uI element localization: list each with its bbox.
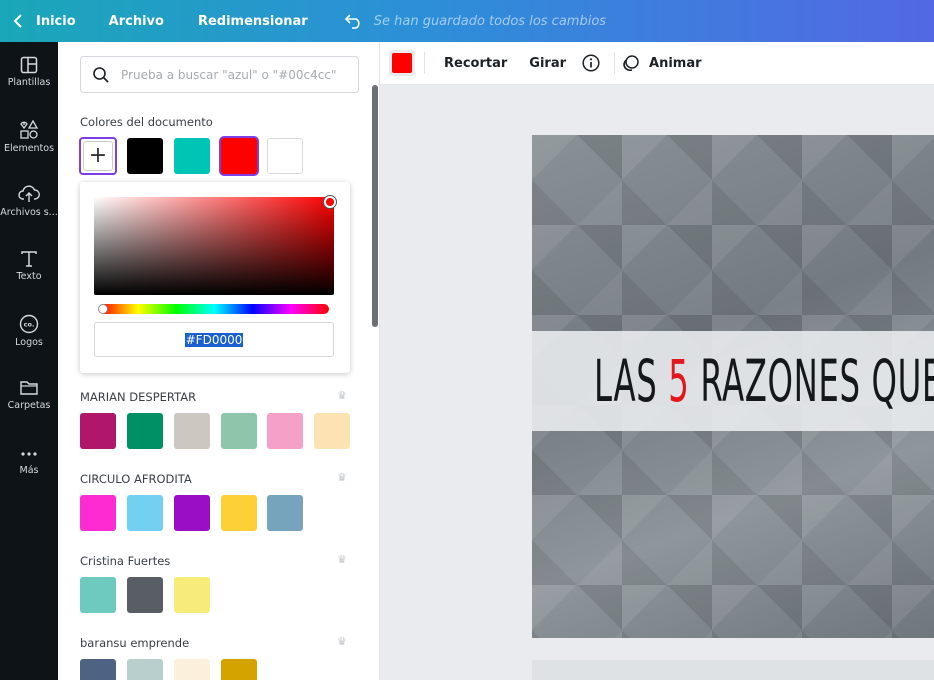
animate-icon — [621, 54, 641, 72]
upload-cloud-icon — [18, 185, 40, 202]
rail-label: Plantillas — [7, 77, 51, 88]
rail-label: Logos — [15, 337, 43, 348]
rail-item-uploads[interactable]: Archivos s... — [0, 184, 58, 240]
palette-swatch[interactable] — [314, 413, 350, 449]
more-icon — [21, 452, 37, 456]
rail-item-text[interactable]: Texto — [0, 250, 58, 306]
palette-swatch[interactable] — [221, 413, 257, 449]
headline-part: RAZONES QUE TE H — [700, 347, 934, 415]
rail-item-folders[interactable]: Carpetas — [0, 379, 58, 435]
rail-label: Más — [19, 465, 39, 476]
palette-swatch[interactable] — [174, 659, 210, 680]
save-status: Se han guardado todos los cambios — [373, 13, 607, 29]
headline-part: LAS — [594, 347, 669, 415]
document-swatch-red[interactable] — [221, 138, 257, 174]
rail-label: Carpetas — [7, 400, 51, 411]
crown-icon: ♛ — [337, 635, 347, 648]
palette-swatch[interactable] — [221, 659, 257, 680]
palette-swatch[interactable] — [80, 577, 116, 613]
palette-title: CIRCULO AFRODITA — [80, 472, 192, 486]
palette-swatch[interactable] — [267, 413, 303, 449]
rail-item-elements[interactable]: Elementos — [0, 120, 58, 176]
headline-number: 5 — [668, 347, 690, 415]
animate-button[interactable]: Animar — [649, 56, 702, 71]
document-swatch-teal[interactable] — [174, 138, 210, 174]
palette-swatch[interactable] — [80, 413, 116, 449]
palette-swatch[interactable] — [267, 495, 303, 531]
palette-swatch[interactable] — [80, 659, 116, 680]
editor-toolbar: Recortar Girar Animar — [380, 42, 934, 85]
panel-scrollbar[interactable] — [372, 85, 378, 327]
home-link[interactable]: Inicio — [36, 14, 76, 29]
palette-title: baransu emprende — [80, 636, 190, 650]
top-bar: Inicio Archivo Redimensionar Se han guar… — [0, 0, 934, 42]
current-color-chip — [392, 53, 412, 73]
color-picker-popup: #FD0000 — [80, 182, 350, 373]
rail-item-templates[interactable]: Plantillas — [0, 56, 58, 112]
color-search-input[interactable] — [121, 67, 351, 82]
rail-label: Archivos s... — [0, 207, 58, 218]
color-search-box[interactable] — [80, 56, 359, 93]
hue-slider[interactable] — [100, 304, 329, 314]
document-colors-title: Colores del documento — [80, 115, 213, 129]
saturation-handle[interactable] — [324, 196, 336, 208]
palette-swatch[interactable] — [127, 659, 163, 680]
palette-swatch[interactable] — [127, 413, 163, 449]
toolbar-divider — [424, 52, 425, 74]
design-page[interactable]: LAS 5 RAZONES QUE TE H — [532, 135, 934, 638]
palette-swatch[interactable] — [221, 495, 257, 531]
crown-icon: ♛ — [337, 389, 347, 402]
document-swatch-white[interactable] — [267, 138, 303, 174]
crown-icon: ♛ — [337, 553, 347, 566]
rail-label: Elementos — [3, 143, 55, 154]
palette-title: Cristina Fuertes — [80, 554, 171, 568]
document-swatch-black[interactable] — [127, 138, 163, 174]
flip-button[interactable]: Girar — [529, 56, 566, 71]
undo-icon[interactable] — [336, 13, 372, 29]
search-icon — [81, 66, 121, 84]
next-page-preview[interactable] — [532, 660, 934, 680]
file-menu[interactable]: Archivo — [109, 14, 164, 29]
text-color-button[interactable] — [389, 50, 415, 76]
rail-item-logos[interactable]: co. Logos — [0, 314, 58, 370]
palette-swatch[interactable] — [127, 495, 163, 531]
hue-slider-handle[interactable] — [98, 304, 108, 314]
add-color-button[interactable]: + — [79, 137, 117, 175]
palette-swatch[interactable] — [174, 495, 210, 531]
hex-value: #FD0000 — [184, 332, 244, 347]
palette-swatch[interactable] — [127, 577, 163, 613]
palette-swatch[interactable] — [80, 495, 116, 531]
info-icon[interactable] — [582, 54, 600, 72]
resize-button[interactable]: Redimensionar — [198, 14, 308, 29]
saturation-value-area[interactable] — [94, 197, 334, 295]
back-chevron-icon[interactable] — [0, 0, 36, 42]
palette-swatch[interactable] — [174, 577, 210, 613]
templates-icon — [20, 56, 38, 74]
palette-swatch[interactable] — [174, 413, 210, 449]
plus-icon: + — [83, 141, 113, 171]
elements-icon — [20, 120, 39, 139]
folder-icon — [20, 381, 38, 395]
palette-title: MARIAN DESPERTAR — [80, 390, 197, 404]
logo-icon: co. — [19, 314, 39, 334]
text-icon — [21, 251, 37, 267]
svg-text:co.: co. — [24, 321, 35, 329]
hex-input[interactable]: #FD0000 — [94, 322, 334, 357]
left-rail: Plantillas Elementos Archivos s... Texto… — [0, 42, 58, 680]
headline-text[interactable]: LAS 5 RAZONES QUE TE H — [594, 346, 934, 416]
toolbar-divider — [614, 52, 616, 74]
crop-button[interactable]: Recortar — [444, 56, 507, 71]
crown-icon: ♛ — [337, 471, 347, 484]
rail-item-more[interactable]: Más — [0, 446, 58, 502]
rail-label: Texto — [16, 271, 42, 282]
